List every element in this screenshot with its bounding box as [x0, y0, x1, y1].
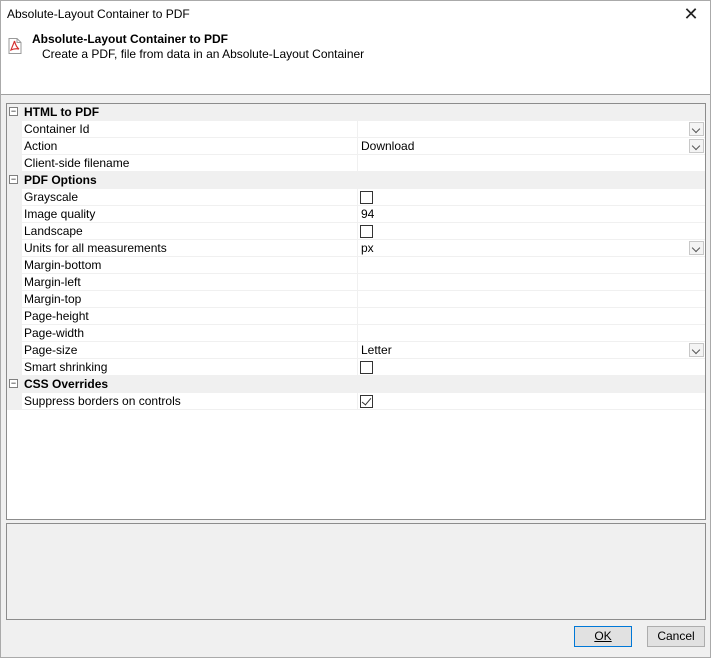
column-divider[interactable]: [357, 291, 358, 308]
row-gutter: [7, 291, 22, 308]
property-value[interactable]: Download: [361, 139, 414, 153]
property-row[interactable]: Action Download: [7, 138, 705, 155]
property-row[interactable]: Margin-bottom: [7, 257, 705, 274]
property-checkbox[interactable]: [360, 225, 373, 238]
column-divider[interactable]: [357, 342, 358, 359]
description-pane: [6, 523, 706, 620]
title-bar: Absolute-Layout Container to PDF ✕: [1, 1, 710, 29]
property-row[interactable]: Container Id: [7, 121, 705, 138]
row-gutter: [7, 342, 22, 359]
collapse-icon[interactable]: −: [9, 379, 18, 388]
header-title: Absolute-Layout Container to PDF: [32, 32, 228, 46]
property-row[interactable]: Landscape: [7, 223, 705, 240]
property-name: Landscape: [24, 224, 83, 238]
row-gutter: [7, 359, 22, 376]
property-value[interactable]: Letter: [361, 343, 392, 357]
property-row[interactable]: Page-width: [7, 325, 705, 342]
property-name: Grayscale: [24, 190, 79, 204]
category-row[interactable]: − HTML to PDF: [7, 104, 705, 121]
column-divider[interactable]: [357, 240, 358, 257]
pdf-file-icon: [8, 38, 22, 54]
header-description: Create a PDF, file from data in an Absol…: [42, 47, 365, 61]
property-row[interactable]: Margin-left: [7, 274, 705, 291]
chevron-down-icon[interactable]: [689, 122, 704, 136]
close-icon[interactable]: ✕: [678, 3, 704, 25]
column-divider[interactable]: [357, 325, 358, 342]
property-name: Margin-top: [24, 292, 82, 306]
column-divider[interactable]: [357, 155, 358, 172]
property-row[interactable]: Margin-top: [7, 291, 705, 308]
row-gutter: [7, 257, 22, 274]
window-title: Absolute-Layout Container to PDF: [7, 7, 190, 21]
column-divider[interactable]: [357, 359, 358, 376]
property-name: Action: [24, 139, 58, 153]
row-gutter: [7, 189, 22, 206]
dialog-window: Absolute-Layout Container to PDF ✕ Absol…: [0, 0, 711, 658]
category-label: CSS Overrides: [24, 377, 109, 391]
collapse-icon[interactable]: −: [9, 107, 18, 116]
collapse-icon[interactable]: −: [9, 175, 18, 184]
column-divider[interactable]: [357, 121, 358, 138]
column-divider[interactable]: [357, 308, 358, 325]
property-checkbox[interactable]: [360, 191, 373, 204]
property-row[interactable]: Page-height: [7, 308, 705, 325]
property-row[interactable]: Client-side filename: [7, 155, 705, 172]
row-gutter: [7, 240, 22, 257]
property-row[interactable]: Suppress borders on controls: [7, 393, 705, 410]
property-row[interactable]: Smart shrinking: [7, 359, 705, 376]
column-divider[interactable]: [357, 257, 358, 274]
chevron-down-icon[interactable]: [689, 343, 704, 357]
row-gutter: [7, 274, 22, 291]
property-name: Suppress borders on controls: [24, 394, 181, 408]
cancel-button[interactable]: Cancel: [647, 626, 705, 647]
property-name: Image quality: [24, 207, 96, 221]
property-name: Margin-left: [24, 275, 81, 289]
row-gutter: [7, 155, 22, 172]
column-divider[interactable]: [357, 223, 358, 240]
column-divider[interactable]: [357, 138, 358, 155]
category-label: PDF Options: [24, 173, 97, 187]
property-row[interactable]: Page-size Letter: [7, 342, 705, 359]
property-row[interactable]: Units for all measurements px: [7, 240, 705, 257]
cancel-button-label: Cancel: [657, 629, 695, 643]
property-row[interactable]: Grayscale: [7, 189, 705, 206]
property-name: Client-side filename: [24, 156, 130, 170]
property-name: Page-height: [24, 309, 89, 323]
property-name: Page-size: [24, 343, 78, 357]
row-gutter: [7, 206, 22, 223]
ok-button-label: OK: [594, 629, 612, 643]
property-name: Units for all measurements: [24, 241, 167, 255]
category-row[interactable]: − CSS Overrides: [7, 376, 705, 393]
chevron-down-icon[interactable]: [689, 139, 704, 153]
property-name: Margin-bottom: [24, 258, 102, 272]
property-grid[interactable]: − HTML to PDF Container Id Action Download Cl…: [6, 103, 706, 520]
row-gutter: [7, 393, 22, 410]
column-divider[interactable]: [357, 274, 358, 291]
property-name: Page-width: [24, 326, 85, 340]
chevron-down-icon[interactable]: [689, 241, 704, 255]
column-divider[interactable]: [357, 189, 358, 206]
row-gutter: [7, 121, 22, 138]
property-name: Container Id: [24, 122, 90, 136]
category-label: HTML to PDF: [24, 105, 100, 119]
property-value[interactable]: 94: [361, 207, 374, 221]
row-gutter: [7, 325, 22, 342]
row-gutter: [7, 223, 22, 240]
row-gutter: [7, 308, 22, 325]
column-divider[interactable]: [357, 393, 358, 410]
row-gutter: [7, 138, 22, 155]
column-divider[interactable]: [357, 206, 358, 223]
property-value[interactable]: px: [361, 241, 374, 255]
property-row[interactable]: Image quality 94: [7, 206, 705, 223]
property-checkbox[interactable]: [360, 395, 373, 408]
category-row[interactable]: − PDF Options: [7, 172, 705, 189]
property-checkbox[interactable]: [360, 361, 373, 374]
ok-button[interactable]: OK: [574, 626, 632, 647]
dialog-header: Absolute-Layout Container to PDF Create …: [1, 29, 710, 95]
property-name: Smart shrinking: [24, 360, 108, 374]
